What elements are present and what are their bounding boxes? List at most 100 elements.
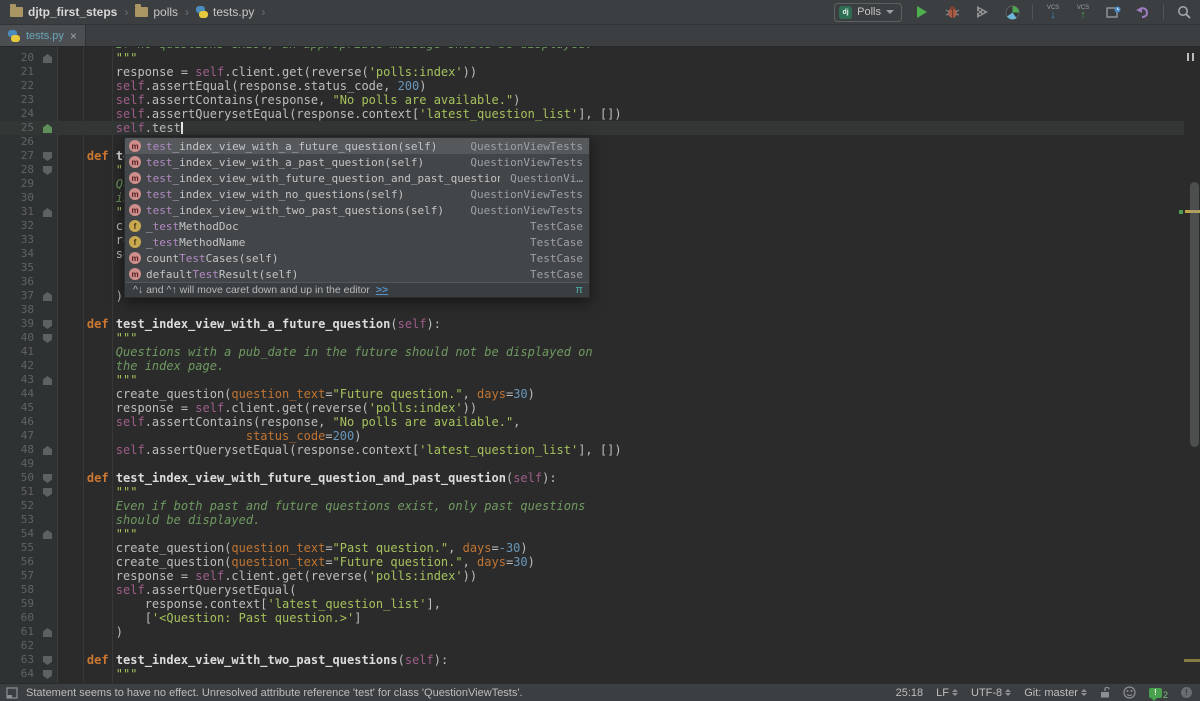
run-with-coverage-button[interactable] [972,2,992,22]
line-col-indicator[interactable]: 25:18 [896,687,924,699]
breadcrumb-item-file[interactable]: tests.py [196,5,254,19]
code-line[interactable]: 25 self.test [0,121,1184,135]
line-separator-indicator[interactable]: LF [936,687,959,699]
code-line[interactable]: 41 Questions with a pub_date in the futu… [0,345,1184,359]
code-line[interactable]: 44 create_question(question_text="Future… [0,387,1184,401]
code-line[interactable]: 40 """ [0,331,1184,345]
chevron-right-icon: › [185,5,190,19]
code-line[interactable]: 23 self.assertContains(response, "No pol… [0,93,1184,107]
debug-button[interactable] [942,2,962,22]
completion-item[interactable]: m test_index_view_with_no_questions(self)… [125,186,589,202]
fold-start-icon[interactable] [43,474,52,483]
hint-more-link[interactable]: >> [376,284,388,296]
code-line[interactable]: 60 ['<Question: Past question.>'] [0,611,1184,625]
code-segment: 'polls:index' [368,401,463,415]
code-line[interactable]: 43 """ [0,373,1184,387]
code-line[interactable]: 57 response = self.client.get(reverse('p… [0,569,1184,583]
gutter-marker-cell [38,275,58,289]
completion-item[interactable]: f _testMethodName TestCase [125,234,589,250]
fold-end-icon[interactable] [43,530,52,539]
completion-item[interactable]: m test_index_view_with_a_past_question(se… [125,154,589,170]
code-line[interactable]: 63 def test_index_view_with_two_past_que… [0,653,1184,667]
code-line[interactable]: 45 response = self.client.get(reverse('p… [0,401,1184,415]
code-line[interactable]: 62 [0,639,1184,653]
vcs-commit-button[interactable]: VCS ↑ [1073,2,1093,22]
code-line[interactable]: 22 self.assertEqual(response.status_code… [0,79,1184,93]
line-number: 55 [20,541,34,554]
completion-item[interactable]: m countTestCases(self) TestCase [125,250,589,266]
fold-start-icon[interactable] [43,334,52,343]
fold-end-icon[interactable] [43,292,52,301]
code-line[interactable]: 46 self.assertContains(response, "No pol… [0,415,1184,429]
unlock-icon [1100,687,1110,698]
code-line[interactable]: 39 def test_index_view_with_a_future_que… [0,317,1184,331]
fold-start-icon[interactable] [43,488,52,497]
code-line[interactable]: 55 create_question(question_text="Past q… [0,541,1184,555]
vcs-update-button[interactable]: VCS ↓ [1043,2,1063,22]
event-log-button[interactable]: ! [1181,687,1192,698]
code-line[interactable]: 61 ) [0,625,1184,639]
code-editor[interactable]: 19 If no questions exist, an appropriate… [0,47,1200,683]
completion-item[interactable]: m test_index_view_with_a_future_question(… [125,138,589,154]
recent-locations-button[interactable] [1103,2,1123,22]
code-line[interactable]: 21 response = self.client.get(reverse('p… [0,65,1184,79]
undo-button[interactable] [1133,2,1153,22]
code-line[interactable]: 54 """ [0,527,1184,541]
code-segment: , [448,541,463,555]
completion-item[interactable]: f _testMethodDoc TestCase [125,218,589,234]
code-line[interactable]: 24 self.assertQuerysetEqual(response.con… [0,107,1184,121]
gutter-marker-cell [38,611,58,625]
error-stripe[interactable] [1179,47,1200,683]
close-icon[interactable]: × [70,30,77,42]
fold-end-icon[interactable] [43,628,52,637]
fold-end-icon[interactable] [43,54,52,63]
code-text: """ [58,51,138,65]
fold-start-icon[interactable] [43,656,52,665]
completion-type: QuestionViewTests [470,203,583,217]
code-line[interactable]: 42 the index page. [0,359,1184,373]
run-configuration-selector[interactable]: dj Polls [834,2,902,22]
fold-end-icon[interactable] [43,446,52,455]
completion-item[interactable]: m test_index_view_with_two_past_questions… [125,202,589,218]
toolwindow-toggle-icon[interactable] [6,686,18,699]
inspection-profile-button[interactable] [1123,686,1136,699]
profiler-button[interactable] [1002,2,1022,22]
tab-tests-py[interactable]: tests.py × [0,25,86,46]
code-text: ['<Question: Past question.>'] [58,611,362,625]
code-line[interactable]: 47 status_code=200) [0,429,1184,443]
code-line[interactable]: 50 def test_index_view_with_future_quest… [0,471,1184,485]
readonly-toggle[interactable] [1100,687,1110,698]
code-line[interactable]: 56 create_question(question_text="Future… [0,555,1184,569]
breadcrumb-label: tests.py [213,5,255,19]
completion-item[interactable]: m defaultTestResult(self) TestCase [125,266,589,282]
fold-end-icon[interactable] [43,208,52,217]
completion-item[interactable]: m test_index_view_with_future_question_an… [125,170,589,186]
fold-start-icon[interactable] [43,320,52,329]
gutter-marker-cell [38,177,58,191]
code-line[interactable]: 48 self.assertQuerysetEqual(response.con… [0,443,1184,457]
git-branch-indicator[interactable]: Git: master [1024,687,1087,699]
search-everywhere-button[interactable] [1174,2,1194,22]
fold-start-icon[interactable] [43,166,52,175]
code-line[interactable]: 59 response.context['latest_question_lis… [0,597,1184,611]
code-line[interactable]: 52 Even if both past and future question… [0,499,1184,513]
code-line[interactable]: 38 [0,303,1184,317]
code-line[interactable]: 58 self.assertQuerysetEqual( [0,583,1184,597]
run-button[interactable] [912,2,932,22]
code-line[interactable]: 51 """ [0,485,1184,499]
code-line[interactable]: 64 """ [0,667,1184,681]
fold-start-icon[interactable] [43,152,52,161]
breadcrumb-item-project[interactable]: djtp_first_steps [10,4,117,19]
fold-end-icon[interactable] [43,124,52,133]
code-line[interactable]: 53 should be displayed. [0,513,1184,527]
code-line[interactable]: 49 [0,457,1184,471]
code-segment: )) [462,65,478,79]
scrollbar-thumb[interactable] [1190,182,1199,447]
encoding-indicator[interactable]: UTF-8 [971,687,1012,699]
breadcrumb-item-polls[interactable]: polls [135,4,178,19]
fold-start-icon[interactable] [43,670,52,679]
fold-end-icon[interactable] [43,376,52,385]
code-line[interactable]: 20 """ [0,51,1184,65]
notifications-button[interactable]: ! 2 [1148,685,1168,701]
line-number: 40 [20,331,34,344]
